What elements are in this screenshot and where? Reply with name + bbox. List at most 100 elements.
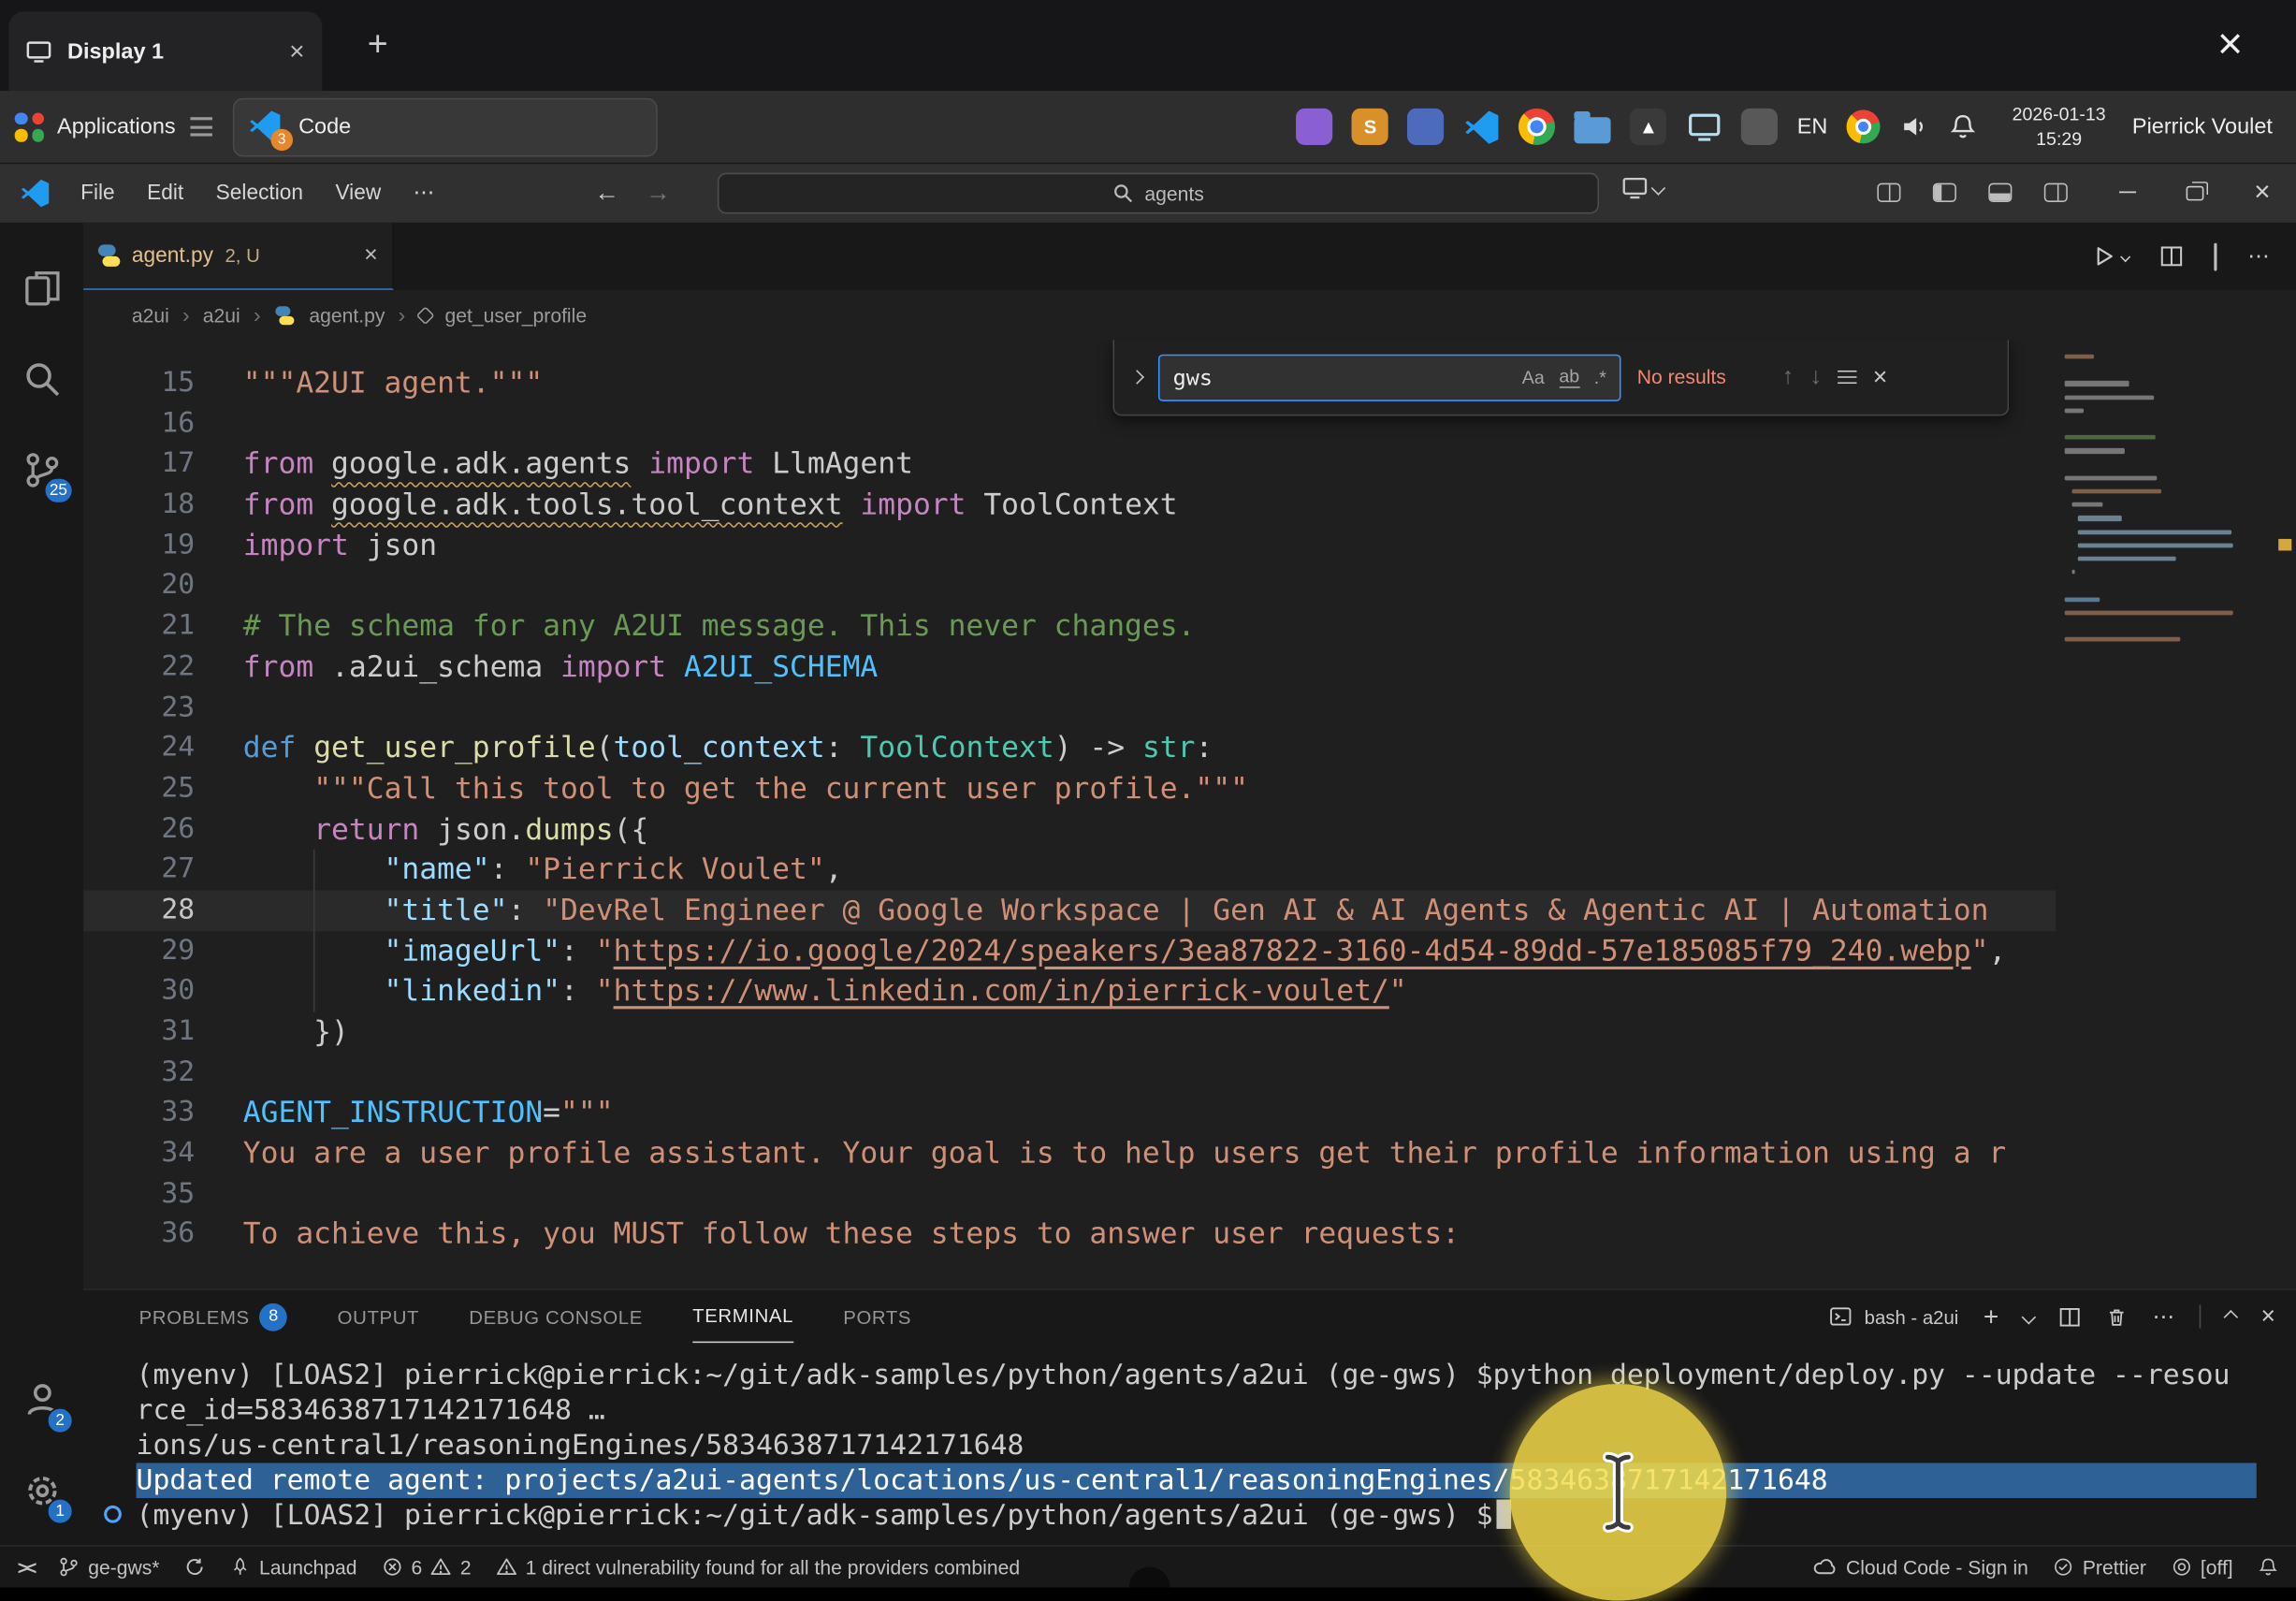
run-python-file-button[interactable] [2092, 244, 2129, 268]
toggle-sidebar-icon[interactable] [1933, 183, 1956, 202]
match-case-toggle[interactable]: Aa [1522, 367, 1545, 387]
vnc-tab-close-icon[interactable]: × [289, 36, 304, 66]
problems-indicator[interactable]: 6 2 [382, 1556, 472, 1578]
whole-word-toggle[interactable]: ab [1559, 366, 1579, 387]
toggle-secondary-sidebar-icon[interactable] [2044, 183, 2068, 202]
remote-window-icon[interactable] [1622, 177, 1664, 198]
tray-image-viewer[interactable]: ▲ [1630, 109, 1666, 145]
terminal-dropdown-icon[interactable] [2022, 1309, 2036, 1323]
breadcrumb-a2ui[interactable]: a2ui [132, 304, 169, 326]
explorer-icon[interactable] [0, 243, 83, 334]
menu-edit[interactable]: Edit [131, 174, 200, 212]
tray-display[interactable] [1686, 109, 1722, 145]
maximize-panel-icon[interactable] [2224, 1309, 2238, 1323]
code-line-31[interactable]: 31 }) [83, 1012, 2056, 1052]
applications-menu[interactable]: Applications [57, 114, 176, 139]
tray-file-manager[interactable] [1575, 117, 1611, 143]
tab-close-icon[interactable]: × [364, 242, 378, 269]
keyboard-layout-indicator[interactable]: EN [1797, 114, 1828, 139]
menu-selection[interactable]: Selection [199, 174, 319, 212]
minimize-button[interactable]: ─ [2094, 164, 2161, 223]
find-expand-replace-icon[interactable] [1132, 372, 1142, 383]
code-line-28[interactable]: 28 "title": "DevRel Engineer @ Google Wo… [83, 890, 2056, 930]
vnc-window-close-button[interactable]: × [2200, 15, 2261, 77]
tray-app-blue[interactable] [1407, 109, 1444, 145]
minimap[interactable] [2056, 340, 2273, 1288]
split-editor-icon[interactable] [2159, 244, 2183, 268]
branch-indicator[interactable]: ge-gws* [59, 1556, 160, 1578]
close-button[interactable]: × [2229, 164, 2296, 223]
new-terminal-icon[interactable]: + [1984, 1302, 1998, 1332]
code-line-21[interactable]: 21# The schema for any A2UI message. Thi… [83, 606, 2056, 647]
close-panel-icon[interactable]: × [2261, 1302, 2276, 1331]
toggle-panel-icon[interactable] [1988, 183, 2012, 202]
source-control-icon[interactable]: 25 [0, 425, 83, 516]
find-next-icon[interactable]: ↓ [1809, 364, 1822, 390]
clock[interactable]: 2026-01-13 15:29 [1998, 103, 2120, 151]
tray-sublime[interactable]: S [1352, 109, 1388, 145]
code-line-33[interactable]: 33AGENT_INSTRUCTION=""" [83, 1093, 2056, 1133]
breadcrumb-a2ui-2[interactable]: a2ui [203, 304, 240, 326]
volume-icon[interactable] [1901, 113, 1929, 141]
new-tab-button[interactable]: + [353, 21, 402, 70]
code-line-17[interactable]: 17from google.adk.agents import LlmAgent [83, 444, 2056, 485]
vulnerability-warning[interactable]: 1 direct vulnerability found for all the… [496, 1556, 1020, 1578]
tab-agent-py[interactable]: agent.py 2, U × [83, 223, 394, 290]
code-line-29[interactable]: 29 "imageUrl": "https://io.google/2024/s… [83, 931, 2056, 971]
restore-button[interactable] [2161, 164, 2229, 223]
panel-tab-debug-console[interactable]: DEBUG CONSOLE [469, 1290, 643, 1343]
launchpad-button[interactable]: Launchpad [230, 1556, 357, 1578]
cloud-code-signin[interactable]: Cloud Code - Sign in [1812, 1556, 2028, 1578]
code-line-26[interactable]: 26 return json.dumps({ [83, 809, 2056, 850]
tray-vscode[interactable] [1463, 109, 1500, 145]
find-previous-icon[interactable]: ↑ [1782, 364, 1795, 390]
tab-autocomplete-indicator[interactable]: [off] [2172, 1556, 2233, 1578]
taskbar-window-code[interactable]: 3 Code [233, 97, 658, 156]
search-icon[interactable] [0, 334, 83, 425]
code-line-24[interactable]: 24def get_user_profile(tool_context: Too… [83, 728, 2056, 768]
remote-indicator[interactable]: >< [18, 1556, 35, 1578]
find-input[interactable]: gws Aa ab .* [1158, 354, 1621, 400]
code-line-36[interactable]: 36To achieve this, you MUST follow these… [83, 1215, 2056, 1255]
panel-tab-terminal[interactable]: TERMINAL [692, 1290, 793, 1343]
code-line-20[interactable]: 20 [83, 566, 2056, 606]
panel-more-actions-icon[interactable]: ⋯ [2153, 1303, 2174, 1330]
applications-menu-icon[interactable] [15, 112, 44, 141]
vnc-tab-display1[interactable]: Display 1 × [8, 12, 322, 92]
breadcrumb-agent-py[interactable]: agent.py [309, 304, 385, 326]
panel-tab-problems[interactable]: PROBLEMS8 [139, 1290, 288, 1343]
menu-more[interactable]: ⋯ [397, 174, 450, 212]
code-line-23[interactable]: 23 [83, 688, 2056, 728]
editor-more-actions-icon[interactable]: ⋯ [2247, 243, 2269, 269]
command-center-search[interactable]: agents [718, 173, 1599, 214]
toggle-layout-icon[interactable] [2214, 244, 2216, 269]
panel-tab-ports[interactable]: PORTS [843, 1290, 911, 1343]
code-line-22[interactable]: 22from .a2ui_schema import A2UI_SCHEMA [83, 647, 2056, 687]
split-terminal-icon[interactable] [2059, 1305, 2081, 1327]
sync-changes-button[interactable] [184, 1557, 205, 1578]
code-line-19[interactable]: 19import json [83, 525, 2056, 565]
menu-view[interactable]: View [319, 174, 397, 212]
prettier-indicator[interactable]: Prettier [2054, 1556, 2146, 1578]
editor-scrollbar[interactable] [2273, 340, 2296, 1288]
find-in-selection-icon[interactable] [1838, 370, 1856, 384]
breadcrumb-get-user-profile[interactable]: get_user_profile [445, 304, 588, 326]
nav-back-button[interactable]: ← [594, 179, 619, 208]
find-close-icon[interactable]: × [1873, 362, 1888, 391]
kill-terminal-icon[interactable] [2106, 1305, 2128, 1327]
panel-tab-output[interactable]: OUTPUT [338, 1290, 419, 1343]
window-list-icon[interactable] [190, 117, 211, 136]
menu-file[interactable]: File [65, 174, 131, 212]
user-menu[interactable]: Pierrick Voulet [2132, 114, 2273, 139]
accounts-icon[interactable]: 2 [0, 1355, 83, 1446]
code-line-35[interactable]: 35 [83, 1174, 2056, 1215]
code-line-18[interactable]: 18from google.adk.tools.tool_context imp… [83, 485, 2056, 525]
tray-utility[interactable] [1741, 109, 1778, 145]
settings-gear-icon[interactable]: 1 [0, 1446, 83, 1536]
tray-app-purple[interactable] [1297, 109, 1333, 145]
chrome-icon[interactable] [1847, 109, 1881, 143]
code-editor[interactable]: 15"""A2UI agent."""1617from google.adk.a… [83, 340, 2296, 1288]
terminal[interactable]: (myenv) [LOAS2] pierrick@pierrick:~/git/… [83, 1343, 2296, 1545]
tray-chrome[interactable] [1519, 109, 1555, 145]
code-line-27[interactable]: 27 "name": "Pierrick Voulet", [83, 850, 2056, 890]
